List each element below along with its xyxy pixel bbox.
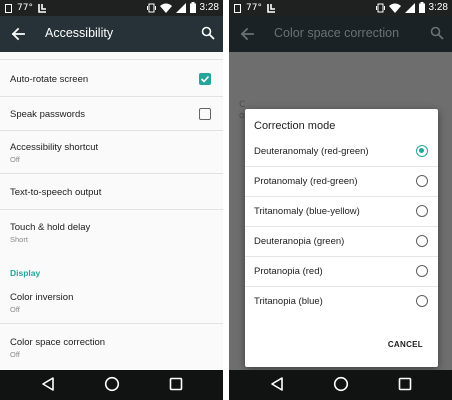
background-row-label: C <box>239 100 246 110</box>
wifi-icon <box>388 3 401 13</box>
dialog-title: Correction mode <box>254 120 336 132</box>
correction-mode-dialog: Correction mode Deuteranomaly (red-green… <box>245 109 438 367</box>
background-row-sub: O <box>239 112 245 120</box>
ll-icon <box>267 3 275 13</box>
option-label: Protanopia (red) <box>254 266 323 277</box>
list-item-sub: Off <box>10 155 20 164</box>
auto-rotate-checkbox[interactable] <box>199 73 211 85</box>
option-protanopia[interactable]: Protanopia (red) <box>245 257 438 287</box>
carrier-text: 77° <box>246 3 262 13</box>
app-bar: Accessibility <box>0 16 223 52</box>
list-item-label: Color inversion <box>10 292 74 303</box>
wifi-icon <box>159 3 172 13</box>
battery-icon <box>189 2 196 13</box>
status-bar: 77° 3:28 <box>0 0 223 16</box>
speak-passwords-checkbox[interactable] <box>199 108 211 120</box>
status-time: 3:28 <box>199 2 219 13</box>
list-item-partial <box>0 52 223 60</box>
option-tritanomaly[interactable]: Tritanomaly (blue-yellow) <box>245 197 438 227</box>
option-label: Tritanomaly (blue-yellow) <box>254 206 360 217</box>
color-space-correction-screen: 77° 3:28 Color space correction C O Corr… <box>229 0 452 400</box>
nav-recents-icon[interactable] <box>397 376 413 392</box>
radio-button[interactable] <box>416 205 428 217</box>
back-arrow-icon[interactable] <box>238 25 256 43</box>
nav-back-icon[interactable] <box>269 376 285 392</box>
touch-hold-delay-row[interactable]: Touch & hold delay Short <box>0 210 223 254</box>
page-title: Accessibility <box>45 26 114 40</box>
nav-home-icon[interactable] <box>104 376 120 392</box>
option-protanomaly[interactable]: Protanomaly (red-green) <box>245 167 438 197</box>
color-space-correction-row[interactable]: Color space correction Off <box>0 324 223 370</box>
radio-button[interactable] <box>416 235 428 247</box>
radio-button[interactable] <box>416 175 428 187</box>
option-label: Protanomaly (red-green) <box>254 176 358 187</box>
option-deuteranopia[interactable]: Deuteranopia (green) <box>245 227 438 257</box>
settings-list: Auto-rotate screen Speak passwords Acces… <box>0 52 223 370</box>
speak-passwords-row[interactable]: Speak passwords <box>0 97 223 131</box>
app-bar: Color space correction <box>229 16 452 52</box>
list-item-label: Speak passwords <box>10 109 85 120</box>
option-label: Tritanopia (blue) <box>254 296 323 307</box>
signal-icon <box>175 2 186 13</box>
search-icon[interactable] <box>201 26 215 40</box>
notification-icon <box>5 3 12 13</box>
status-bar: 77° 3:28 <box>229 0 452 16</box>
option-tritanopia[interactable]: Tritanopia (blue) <box>245 287 438 317</box>
vibrate-icon <box>375 3 385 12</box>
auto-rotate-row[interactable]: Auto-rotate screen <box>0 60 223 97</box>
option-deuteranomaly[interactable]: Deuteranomaly (red-green) <box>245 137 438 167</box>
search-icon[interactable] <box>430 26 444 40</box>
list-item-sub: Off <box>10 305 20 314</box>
option-label: Deuteranopia (green) <box>254 236 345 247</box>
color-inversion-row[interactable]: Color inversion Off <box>0 279 223 324</box>
nav-recents-icon[interactable] <box>168 376 184 392</box>
radio-button-selected[interactable] <box>416 145 428 157</box>
section-header-display: Display <box>10 268 41 278</box>
radio-button[interactable] <box>416 295 428 307</box>
option-label: Deuteranomaly (red-green) <box>254 146 369 157</box>
carrier-text: 77° <box>17 3 33 13</box>
notification-icon <box>234 3 241 13</box>
status-time: 3:28 <box>428 2 448 13</box>
signal-icon <box>404 2 415 13</box>
nav-back-icon[interactable] <box>40 376 56 392</box>
battery-icon <box>418 2 425 13</box>
nav-home-icon[interactable] <box>333 376 349 392</box>
list-item-label: Accessibility shortcut <box>10 142 99 153</box>
list-item-sub: Off <box>10 350 20 359</box>
list-item-label: Text-to-speech output <box>10 187 102 198</box>
list-item-sub: Short <box>10 235 28 244</box>
list-item-label: Color space correction <box>10 337 106 348</box>
back-arrow-icon[interactable] <box>9 25 27 43</box>
page-title: Color space correction <box>274 26 400 40</box>
text-to-speech-row[interactable]: Text-to-speech output <box>0 174 223 210</box>
dimmed-background: C O Correction mode Deuteranomaly (red-g… <box>229 52 452 370</box>
vibrate-icon <box>146 3 156 12</box>
list-item-label: Auto-rotate screen <box>10 74 89 85</box>
radio-button[interactable] <box>416 265 428 277</box>
cancel-button[interactable]: CANCEL <box>388 340 423 349</box>
navigation-bar <box>0 370 223 400</box>
accessibility-shortcut-row[interactable]: Accessibility shortcut Off <box>0 131 223 174</box>
accessibility-screen: 77° 3:28 Accessibility Auto-rotate scree… <box>0 0 223 400</box>
navigation-bar <box>229 370 452 400</box>
ll-icon <box>38 3 46 13</box>
list-item-label: Touch & hold delay <box>10 222 91 233</box>
